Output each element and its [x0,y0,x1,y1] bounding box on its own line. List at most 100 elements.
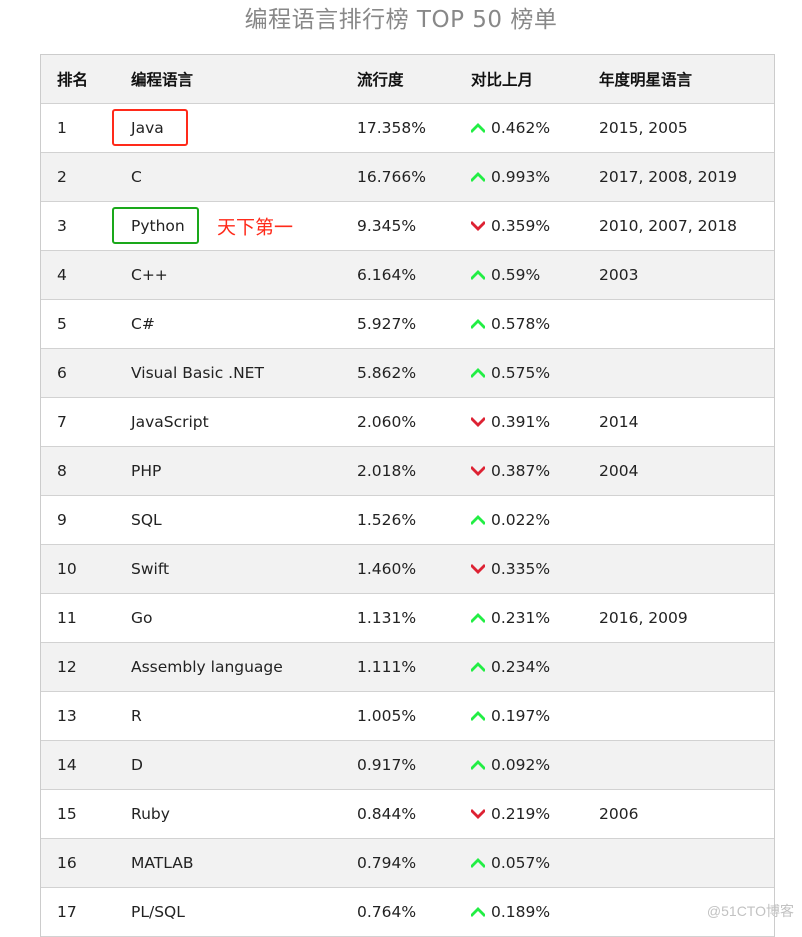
star-years-cell [599,642,774,692]
language-name[interactable]: Java [131,119,164,137]
language-name[interactable]: PHP [131,462,161,480]
rank-cell: 7 [41,397,131,447]
rank-cell: 16 [41,838,131,888]
change-value: 0.391% [491,413,551,431]
table-row[interactable]: 17 PL/SQL 0.764% 0.189% [41,887,774,937]
table-row[interactable]: 5 C# 5.927% 0.578% [41,299,774,349]
language-cell: PHP [131,446,357,496]
language-cell-content: C# [131,315,357,333]
language-name[interactable]: Go [131,609,153,627]
language-name[interactable]: JavaScript [131,413,209,431]
change-value: 0.993% [491,168,551,186]
table-row[interactable]: 8 PHP 2.018% 0.387% 2004 [41,446,774,496]
table-row[interactable]: 14 D 0.917% 0.092% [41,740,774,790]
language-name[interactable]: C# [131,315,155,333]
rank-cell: 2 [41,152,131,202]
change-cell: 0.197% [471,691,599,741]
language-name[interactable]: Assembly language [131,658,283,676]
star-years-cell: 2016, 2009 [599,593,774,643]
star-years-cell [599,838,774,888]
rank-cell: 17 [41,887,131,937]
popularity-cell: 1.131% [357,593,471,643]
chevron-up-icon [471,122,485,133]
language-name[interactable]: Visual Basic .NET [131,364,264,382]
table-row[interactable]: 12 Assembly language 1.111% 0.234% [41,642,774,692]
popularity-cell: 6.164% [357,250,471,300]
chevron-down-icon [471,416,485,427]
language-cell-content: Go [131,609,357,627]
table-row[interactable]: 10 Swift 1.460% 0.335% [41,544,774,594]
star-years-cell: 2014 [599,397,774,447]
change-value: 0.359% [491,217,551,235]
change-cell: 0.462% [471,103,599,153]
language-cell: Visual Basic .NET [131,348,357,398]
header-change[interactable]: 对比上月 [471,55,599,104]
language-cell-content: Ruby [131,805,357,823]
table-row[interactable]: 4 C++ 6.164% 0.59% 2003 [41,250,774,300]
chevron-down-icon [471,563,485,574]
table-row[interactable]: 16 MATLAB 0.794% 0.057% [41,838,774,888]
language-name[interactable]: Ruby [131,805,170,823]
chevron-up-icon [471,857,485,868]
language-name[interactable]: D [131,756,143,774]
table-row[interactable]: 3 Python 天下第一 9.345% 0.359% 2010, 2007, 2018 [41,201,774,251]
change-value: 0.231% [491,609,551,627]
rank-cell: 3 [41,201,131,251]
language-cell-content: R [131,707,357,725]
popularity-cell: 1.005% [357,691,471,741]
language-cell: Assembly language [131,642,357,692]
popularity-cell: 2.018% [357,446,471,496]
change-cell: 0.993% [471,152,599,202]
table-row[interactable]: 1 Java 17.358% 0.462% 2015, 2005 [41,103,774,153]
table-body: 1 Java 17.358% 0.462% 2015, 2005 2 C 16.766% 0.9… [41,103,774,937]
change-cell: 0.578% [471,299,599,349]
language-name[interactable]: MATLAB [131,854,193,872]
language-cell-content: PL/SQL [131,903,357,921]
chevron-up-icon [471,367,485,378]
language-name[interactable]: C++ [131,266,168,284]
header-popularity[interactable]: 流行度 [357,55,471,104]
table-row[interactable]: 11 Go 1.131% 0.231% 2016, 2009 [41,593,774,643]
popularity-cell: 1.111% [357,642,471,692]
change-cell: 0.092% [471,740,599,790]
language-name[interactable]: Swift [131,560,169,578]
rank-cell: 9 [41,495,131,545]
language-cell-content: Python 天下第一 [131,217,357,239]
popularity-cell: 2.060% [357,397,471,447]
table-row[interactable]: 2 C 16.766% 0.993% 2017, 2008, 2019 [41,152,774,202]
language-cell-content: SQL [131,511,357,529]
change-value: 0.057% [491,854,551,872]
table-row[interactable]: 6 Visual Basic .NET 5.862% 0.575% [41,348,774,398]
table-row[interactable]: 13 R 1.005% 0.197% [41,691,774,741]
language-name[interactable]: SQL [131,511,162,529]
language-name[interactable]: C [131,168,142,186]
popularity-cell: 0.917% [357,740,471,790]
chevron-up-icon [471,514,485,525]
header-star-years[interactable]: 年度明星语言 [599,55,774,104]
rank-cell: 12 [41,642,131,692]
table-row[interactable]: 7 JavaScript 2.060% 0.391% 2014 [41,397,774,447]
language-name[interactable]: Python [131,217,185,235]
rank-cell: 4 [41,250,131,300]
language-cell: C [131,152,357,202]
language-cell: PL/SQL [131,887,357,937]
rank-cell: 1 [41,103,131,153]
change-cell: 0.234% [471,642,599,692]
header-language[interactable]: 编程语言 [131,55,357,104]
language-cell: C# [131,299,357,349]
language-name[interactable]: PL/SQL [131,903,185,921]
star-years-cell [599,495,774,545]
change-value: 0.189% [491,903,551,921]
change-value: 0.022% [491,511,551,529]
change-cell: 0.231% [471,593,599,643]
header-rank[interactable]: 排名 [41,55,131,104]
chevron-up-icon [471,318,485,329]
language-name[interactable]: R [131,707,142,725]
table-row[interactable]: 9 SQL 1.526% 0.022% [41,495,774,545]
change-cell: 0.387% [471,446,599,496]
table-row[interactable]: 15 Ruby 0.844% 0.219% 2006 [41,789,774,839]
language-cell-content: Assembly language [131,658,357,676]
change-value: 0.335% [491,560,551,578]
change-cell: 0.335% [471,544,599,594]
popularity-cell: 0.794% [357,838,471,888]
